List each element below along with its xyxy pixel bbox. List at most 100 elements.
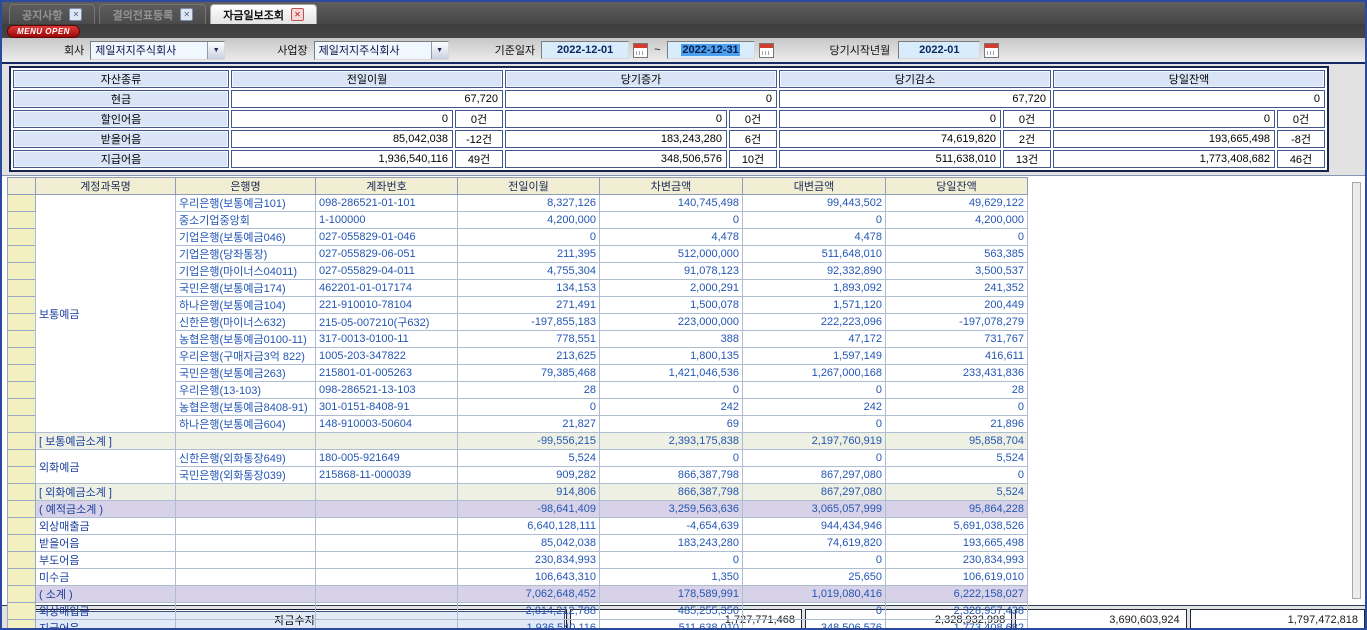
row-selector[interactable]: [8, 518, 36, 535]
cell-daily-balance: 0: [886, 467, 1028, 484]
close-icon[interactable]: ✕: [180, 8, 193, 21]
cell-daily-balance: 5,524: [886, 484, 1028, 501]
summary-amount: 0: [505, 110, 727, 128]
summary-amount: 74,619,820: [779, 130, 1001, 148]
summary-asset-label[interactable]: 받을어음: [13, 130, 229, 148]
cell-debit-amount: 183,243,280: [600, 535, 743, 552]
cell-account-number: 317-0013-0100-11: [316, 331, 458, 348]
row-selector[interactable]: [8, 280, 36, 297]
summary-asset-label[interactable]: 지급어음: [13, 150, 229, 168]
grid-header-bank-name: 은행명: [176, 178, 316, 195]
grid-header-prev-carryover: 전일이월: [458, 178, 600, 195]
row-selector[interactable]: [8, 399, 36, 416]
cell-credit-amount: 0: [743, 382, 886, 399]
cell-daily-balance: 3,500,537: [886, 263, 1028, 280]
summary-asset-label[interactable]: 할인어음: [13, 110, 229, 128]
cell-credit-amount: 222,223,096: [743, 314, 886, 331]
cell-debit-amount: 3,259,563,636: [600, 501, 743, 518]
tab-label: 자금일보조회: [223, 7, 284, 23]
calendar-icon[interactable]: [984, 43, 999, 58]
row-selector[interactable]: [8, 229, 36, 246]
chevron-down-icon[interactable]: ▼: [207, 42, 224, 59]
cell-credit-amount: 944,434,946: [743, 518, 886, 535]
row-selector[interactable]: [8, 603, 36, 620]
cell-account-number: 098-286521-01-101: [316, 195, 458, 212]
site-select-value: 제일저지주식회사: [315, 42, 431, 59]
company-select[interactable]: 제일저지주식회사 ▼: [90, 41, 225, 60]
cell-credit-amount: 92,332,890: [743, 263, 886, 280]
row-selector[interactable]: [8, 331, 36, 348]
row-selector[interactable]: [8, 467, 36, 484]
tab-bar: 공지사항 ✕ 결의전표등록 ✕ 자금일보조회 ✕: [2, 2, 1365, 24]
cell-debit-amount: 0: [600, 382, 743, 399]
cell-daily-balance: 200,449: [886, 297, 1028, 314]
grid-row: 외상매입금2,814,212,788485,255,35002,328,957,…: [8, 603, 1028, 620]
cell-bank-name: [176, 484, 316, 501]
summary-count: 6건: [729, 130, 777, 148]
date-range-tilde: ~: [654, 44, 660, 56]
calendar-icon[interactable]: [759, 43, 774, 58]
cell-debit-amount: 1,800,135: [600, 348, 743, 365]
cell-account-number: 301-0151-8408-91: [316, 399, 458, 416]
row-selector[interactable]: [8, 297, 36, 314]
cell-bank-name: [176, 535, 316, 552]
summary-count: 13건: [1003, 150, 1051, 168]
cell-debit-amount: 69: [600, 416, 743, 433]
cell-prev-carryover: 5,524: [458, 450, 600, 467]
row-selector[interactable]: [8, 552, 36, 569]
row-selector[interactable]: [8, 314, 36, 331]
calendar-icon[interactable]: [633, 43, 648, 58]
date-to-input[interactable]: 2022-12-31: [667, 41, 755, 59]
tab-daily-fund-report[interactable]: 자금일보조회 ✕: [210, 4, 317, 24]
summary-asset-label[interactable]: 현금: [13, 90, 229, 108]
cell-prev-carryover: -197,855,183: [458, 314, 600, 331]
row-selector[interactable]: [8, 416, 36, 433]
row-selector[interactable]: [8, 569, 36, 586]
cell-daily-balance: 5,691,038,526: [886, 518, 1028, 535]
cell-daily-balance: 233,431,836: [886, 365, 1028, 382]
summary-amount: 67,720: [779, 90, 1051, 108]
tab-voucher-entry[interactable]: 결의전표등록 ✕: [99, 4, 206, 24]
cell-bank-name: 기업은행(당좌통장): [176, 246, 316, 263]
cell-bank-name: [176, 518, 316, 535]
cell-credit-amount: 242: [743, 399, 886, 416]
site-select[interactable]: 제일저지주식회사 ▼: [314, 41, 449, 60]
row-selector[interactable]: [8, 501, 36, 518]
row-selector[interactable]: [8, 484, 36, 501]
vertical-scrollbar[interactable]: [1352, 182, 1361, 599]
summary-header-period-decrease: 당기감소: [779, 70, 1051, 88]
row-selector[interactable]: [8, 433, 36, 450]
cell-prev-carryover: -98,641,409: [458, 501, 600, 518]
cell-account-number: 027-055829-04-011: [316, 263, 458, 280]
summary-amount: 0: [1053, 90, 1325, 108]
period-start-input[interactable]: 2022-01: [898, 41, 980, 59]
cell-credit-amount: 3,065,057,999: [743, 501, 886, 518]
cell-account-number: 180-005-921649: [316, 450, 458, 467]
date-from-input[interactable]: 2022-12-01: [541, 41, 629, 59]
row-selector[interactable]: [8, 246, 36, 263]
fund-balance-value: 3,690,603,924: [1015, 609, 1186, 630]
row-selector[interactable]: [8, 365, 36, 382]
cell-daily-balance: 416,611: [886, 348, 1028, 365]
cell-bank-name: 하나은행(보통예금604): [176, 416, 316, 433]
row-selector[interactable]: [8, 263, 36, 280]
menu-open-button[interactable]: MENU OPEN: [7, 25, 80, 38]
chevron-down-icon[interactable]: ▼: [431, 42, 448, 59]
cell-account-number: 215801-01-005263: [316, 365, 458, 382]
row-selector[interactable]: [8, 535, 36, 552]
row-selector[interactable]: [8, 212, 36, 229]
row-selector[interactable]: [8, 348, 36, 365]
row-selector[interactable]: [8, 586, 36, 603]
tab-notice[interactable]: 공지사항 ✕: [9, 4, 95, 24]
summary-count: 10건: [729, 150, 777, 168]
cell-bank-name: 국민은행(외화통장039): [176, 467, 316, 484]
row-selector[interactable]: [8, 382, 36, 399]
close-icon[interactable]: ✕: [291, 8, 304, 21]
grid-header-daily-balance: 당일잔액: [886, 178, 1028, 195]
close-icon[interactable]: ✕: [69, 8, 82, 21]
cell-daily-balance: 2,328,957,438: [886, 603, 1028, 620]
row-selector[interactable]: [8, 450, 36, 467]
row-selector[interactable]: [8, 195, 36, 212]
cell-debit-amount: 0: [600, 450, 743, 467]
cell-prev-carryover: -99,556,215: [458, 433, 600, 450]
